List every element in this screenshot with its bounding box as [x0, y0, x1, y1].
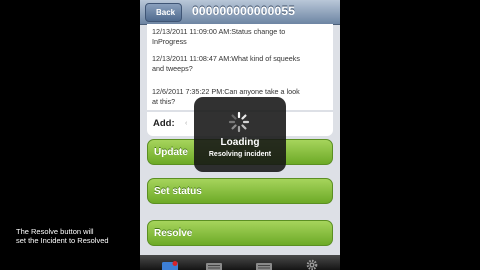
loading-subtitle: Resolving incident [208, 151, 272, 158]
loading-overlay: Loading Resolving incident [194, 97, 286, 172]
comment-line: 12/13/2011 11:09:00 AM:Status change to [152, 27, 286, 36]
caption: The Resolve button will set the Incident… [16, 227, 109, 245]
tab-settings[interactable] [306, 258, 322, 270]
add-comment-input[interactable]: ‹ [185, 120, 187, 127]
caption-line-1: The Resolve button will [16, 227, 94, 236]
caption-line-2: set the Incident to Resolved [16, 236, 109, 245]
tab-incidents[interactable] [162, 258, 178, 270]
comment-line: 12/6/2011 7:35:22 PM:Can anyone take a l… [152, 87, 300, 96]
comment-item: 12/13/2011 11:08:47 AM:What kind of sque… [152, 54, 328, 73]
list-icon [256, 263, 272, 270]
spinner-icon [228, 111, 250, 133]
set-status-button[interactable]: Set status [147, 178, 333, 204]
comment-line: 12/13/2011 11:08:47 AM:What kind of sque… [152, 54, 300, 63]
navigation-bar: Back 000000000000055 [140, 0, 340, 25]
page-title: 000000000000055 [192, 4, 296, 18]
back-button[interactable]: Back [145, 3, 183, 22]
comment-line: and tweeps? [152, 63, 193, 73]
comment-item: 12/13/2011 11:09:00 AM:Status change to … [152, 27, 328, 46]
tab-list[interactable] [256, 258, 272, 270]
incidents-icon [162, 261, 178, 270]
phone-screen: Back 000000000000055 12/13/2011 11:09:00… [140, 0, 340, 270]
loading-title: Loading [220, 137, 260, 148]
tab-bar [140, 255, 340, 270]
settings-icon [306, 259, 318, 270]
tab-queue[interactable] [206, 258, 222, 270]
add-comment-label: Add: [153, 118, 175, 129]
queue-icon [206, 263, 222, 270]
comment-line: InProgress [152, 36, 187, 46]
resolve-button[interactable]: Resolve [147, 220, 333, 246]
